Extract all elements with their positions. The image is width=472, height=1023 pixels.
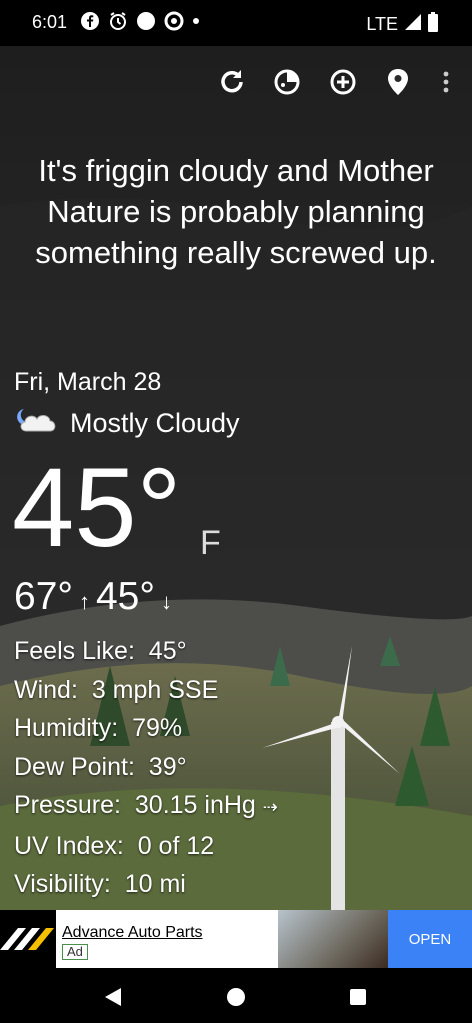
temperature-unit: F	[200, 524, 221, 562]
alarm-icon	[108, 11, 128, 31]
detail-row-uv-index: UV Index: 0 of 12	[14, 827, 278, 866]
system-navigation-bar	[0, 968, 472, 1023]
detail-label: Dew Point:	[14, 752, 135, 781]
forecast-date: Fri, March 28	[14, 368, 162, 396]
status-bar: 6:01 LTE	[0, 0, 472, 46]
add-location-icon[interactable]	[323, 62, 363, 102]
battery-icon	[428, 12, 438, 37]
detail-value: 10 mi	[124, 870, 186, 898]
detail-value: 3 mph SSE	[91, 675, 219, 704]
detail-label: Feels Like:	[14, 637, 135, 665]
chrome-icon	[164, 11, 184, 31]
condition-label: Mostly Cloudy	[70, 407, 240, 438]
back-icon[interactable]	[98, 982, 128, 1012]
network-label: LTE	[366, 14, 398, 34]
signal-icon	[404, 13, 422, 36]
weather-details: Feels Like: 45° Wind: 3 mph SSE Humidity…	[14, 632, 278, 904]
high-low-row: 67° ↑ 45° ↓	[14, 575, 172, 619]
notification-icons	[80, 11, 200, 31]
toolbar	[0, 62, 472, 102]
detail-value: 0 of 12	[137, 831, 215, 860]
pressure-trend-arrow-icon: ⇢	[262, 797, 278, 817]
weather-headline: It's friggin cloudy and Mother Nature is…	[35, 153, 437, 270]
detail-value: 30.15 inHg	[134, 791, 256, 819]
detail-value: 79%	[132, 714, 183, 742]
detail-row-dew-point: Dew Point: 39°	[14, 748, 278, 787]
detail-value: 39°	[148, 752, 187, 781]
arrow-down-icon: ↓	[160, 589, 172, 614]
ad-title[interactable]: Advance Auto Parts	[62, 924, 203, 942]
circle-icon	[136, 11, 156, 31]
detail-row-pressure: Pressure: 30.15 inHg ⇢	[14, 786, 278, 827]
status-time: 6:01	[32, 12, 68, 32]
advertiser-logo[interactable]	[0, 910, 56, 968]
high-temperature: 67°	[14, 575, 73, 618]
status-right: LTE	[366, 12, 438, 37]
detail-label: Humidity:	[14, 714, 119, 742]
home-icon[interactable]	[221, 982, 251, 1012]
facebook-icon	[80, 11, 100, 31]
arrow-up-icon: ↑	[78, 589, 90, 614]
detail-row-feels-like: Feels Like: 45°	[14, 632, 278, 671]
detail-row-wind: Wind: 3 mph SSE	[14, 671, 278, 710]
current-temperature: 45°	[12, 445, 182, 570]
dot-icon	[192, 11, 200, 31]
more-options-icon[interactable]	[426, 62, 466, 102]
detail-label: UV Index:	[14, 831, 124, 860]
ad-badge: Ad	[62, 944, 88, 960]
condition-row: Mostly Cloudy	[14, 406, 240, 440]
adchoices-icon[interactable]	[456, 911, 470, 925]
detail-row-humidity: Humidity: 79%	[14, 709, 278, 748]
location-pin-icon[interactable]	[378, 62, 418, 102]
low-temperature: 45°	[95, 575, 155, 618]
recents-icon[interactable]	[343, 982, 373, 1012]
mostly-cloudy-night-icon	[14, 405, 60, 442]
detail-value: 45°	[148, 637, 187, 665]
ad-image[interactable]	[278, 910, 388, 968]
detail-label: Pressure:	[14, 791, 121, 819]
detail-label: Visibility:	[14, 870, 111, 898]
refresh-icon[interactable]	[212, 62, 252, 102]
radar-icon[interactable]	[267, 62, 307, 102]
ad-banner[interactable]: Advance Auto Parts Ad OPEN	[0, 910, 472, 968]
detail-label: Wind:	[14, 675, 78, 704]
detail-row-visibility: Visibility: 10 mi	[14, 865, 278, 904]
